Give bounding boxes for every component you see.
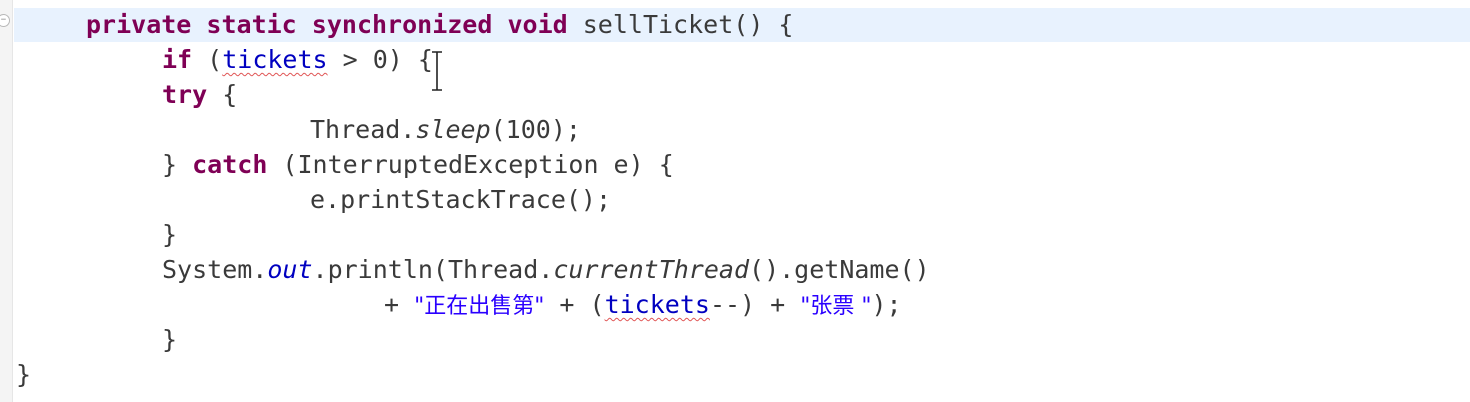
code-token: ); [871, 290, 902, 319]
code-token: .println(Thread. [312, 255, 554, 284]
code-token: static [206, 10, 297, 39]
code-line[interactable]: Thread.sleep(100); [310, 113, 581, 147]
code-token: synchronized [311, 10, 493, 39]
code-line[interactable]: if (tickets > 0) { [162, 43, 433, 77]
code-line[interactable]: } [162, 218, 177, 252]
code-token: > 0) { [327, 45, 433, 74]
code-token: + ( [544, 290, 605, 319]
code-token: sellTicket() { [567, 10, 794, 39]
editor-gutter: − [0, 0, 13, 402]
code-token: Thread. [310, 115, 416, 144]
code-token: + [384, 290, 415, 319]
code-line[interactable]: + "正在出售第" + (tickets--) + "张票 "); [384, 288, 902, 322]
code-token: } [16, 360, 32, 389]
code-token: } [162, 325, 178, 354]
code-token: private [86, 10, 192, 39]
code-token: (100); [490, 115, 581, 144]
code-token: tickets [604, 290, 710, 319]
code-token: ( [192, 45, 223, 74]
code-token: if [162, 45, 193, 74]
code-line[interactable]: private static synchronized void sellTic… [86, 8, 793, 42]
code-token: try [162, 80, 208, 109]
fold-collapse-icon[interactable]: − [0, 14, 10, 27]
code-token: ().getName() [749, 255, 930, 284]
code-token: (InterruptedException e) { [267, 150, 674, 179]
code-token: void [507, 10, 568, 39]
code-line[interactable]: System.out.println(Thread.currentThread(… [162, 253, 930, 287]
text-cursor-icon [430, 50, 444, 92]
code-token: currentThread [553, 255, 750, 284]
code-token: } [162, 220, 178, 249]
code-token: --) + [709, 290, 801, 319]
code-line[interactable]: try { [162, 78, 237, 112]
code-token: } [162, 150, 193, 179]
code-editor[interactable]: − private static synchronized void sellT… [0, 0, 1470, 402]
code-token: System. [162, 255, 268, 284]
code-token: e.printStackTrace(); [310, 185, 612, 214]
code-token: tickets [222, 45, 328, 74]
code-token: sleep [415, 115, 491, 144]
code-token: { [207, 80, 238, 109]
code-line[interactable]: } [16, 358, 31, 392]
code-token: "正在出售第" [414, 294, 545, 319]
code-token: out [267, 255, 313, 284]
code-token: catch [192, 150, 268, 179]
code-token: "张票 " [800, 294, 872, 319]
code-line[interactable]: e.printStackTrace(); [310, 183, 611, 217]
code-line[interactable]: } [162, 323, 177, 357]
code-line[interactable]: } catch (InterruptedException e) { [162, 148, 674, 182]
